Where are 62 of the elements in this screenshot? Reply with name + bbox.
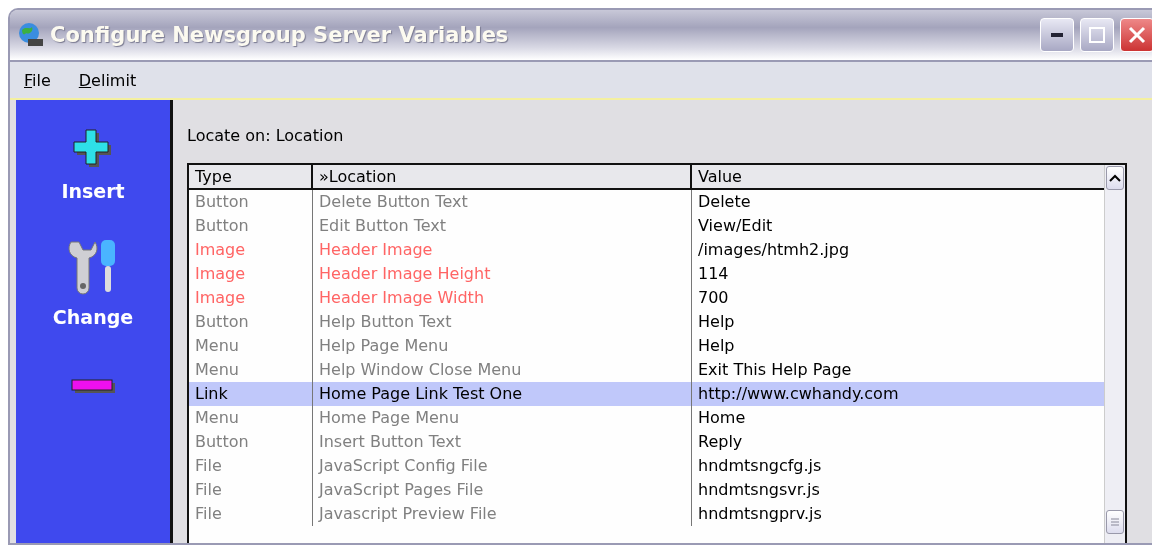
table-cell[interactable]: Help Page Menu	[313, 334, 692, 358]
globe-icon	[18, 22, 44, 48]
table-cell[interactable]: hndmtsngcfg.js	[692, 454, 1104, 478]
table-cell[interactable]: Exit This Help Page	[692, 358, 1104, 382]
close-icon	[1127, 25, 1147, 45]
menu-item[interactable]: Delimit	[64, 70, 151, 90]
locate-label: Locate on: Location	[187, 126, 345, 145]
scrollbar[interactable]	[1104, 165, 1125, 543]
menu-item[interactable]: File	[10, 70, 65, 90]
table-cell[interactable]: Insert Button Text	[313, 430, 692, 454]
table-cell[interactable]: 114	[692, 262, 1104, 286]
table-cell[interactable]: Header Image Height	[313, 262, 692, 286]
table-cell[interactable]: Button	[189, 310, 313, 334]
table-cell[interactable]: Button	[189, 214, 313, 238]
insert-button[interactable]: Insert	[61, 128, 125, 238]
table-cell[interactable]: Link	[189, 382, 313, 406]
table-cell[interactable]: JavaScript Pages File	[313, 478, 692, 502]
table-cell[interactable]: Home Page Link Test One	[313, 382, 692, 406]
maximize-icon	[1089, 27, 1105, 43]
close-button[interactable]	[1120, 18, 1152, 52]
table-cell[interactable]: Edit Button Text	[313, 214, 692, 238]
table-cell[interactable]: Header Image Width	[313, 286, 692, 310]
table-cell[interactable]: Image	[189, 262, 313, 286]
table-cell[interactable]: http://www.cwhandy.com	[692, 382, 1104, 406]
minimize-icon	[1051, 33, 1063, 37]
table-cell[interactable]: hndmtsngsvr.js	[692, 478, 1104, 502]
table-cell[interactable]: File	[189, 454, 313, 478]
table-cell[interactable]: Button	[189, 190, 313, 214]
table-cell[interactable]: 700	[692, 286, 1104, 310]
scroll-thumb[interactable]	[1106, 510, 1124, 534]
table-cell[interactable]: File	[189, 478, 313, 502]
table-cell[interactable]: Javascript Preview File	[313, 502, 692, 526]
table-cell[interactable]: Delete	[692, 190, 1104, 214]
change-button[interactable]: Change	[52, 238, 134, 378]
table-cell[interactable]: Reply	[692, 430, 1104, 454]
table-cell[interactable]: File	[189, 502, 313, 526]
table-cell[interactable]: Image	[189, 286, 313, 310]
table-cell[interactable]: Image	[189, 238, 313, 262]
table-cell[interactable]: Menu	[189, 334, 313, 358]
table-cell[interactable]: Home	[692, 406, 1104, 430]
maximize-button[interactable]	[1080, 18, 1114, 52]
caret-up-icon	[1109, 174, 1121, 182]
table-cell[interactable]: Help	[692, 334, 1104, 358]
plus-icon	[72, 128, 114, 170]
table-cell[interactable]: Home Page Menu	[313, 406, 692, 430]
table-cell[interactable]: Menu	[189, 406, 313, 430]
window-title: Configure Newsgroup Server Variables	[50, 23, 510, 47]
table-cell[interactable]: Button	[189, 430, 313, 454]
table-cell[interactable]: JavaScript Config File	[313, 454, 692, 478]
table-cell[interactable]: Header Image	[313, 238, 692, 262]
minus-icon	[71, 378, 115, 394]
table-cell[interactable]: Help Button Text	[313, 310, 692, 334]
table-cell[interactable]: View/Edit	[692, 214, 1104, 238]
table-cell[interactable]: Help	[692, 310, 1104, 334]
table-cell[interactable]: /images/htmh2.jpg	[692, 238, 1104, 262]
column-header[interactable]: »Location	[313, 165, 692, 190]
scroll-up-button[interactable]	[1106, 166, 1124, 190]
table-cell[interactable]: hndmtsngprv.js	[692, 502, 1104, 526]
column-header[interactable]: Value	[692, 165, 1104, 190]
column-header[interactable]: Type	[189, 165, 313, 190]
table-cell[interactable]: Delete Button Text	[313, 190, 692, 214]
minimize-button[interactable]	[1040, 18, 1074, 52]
